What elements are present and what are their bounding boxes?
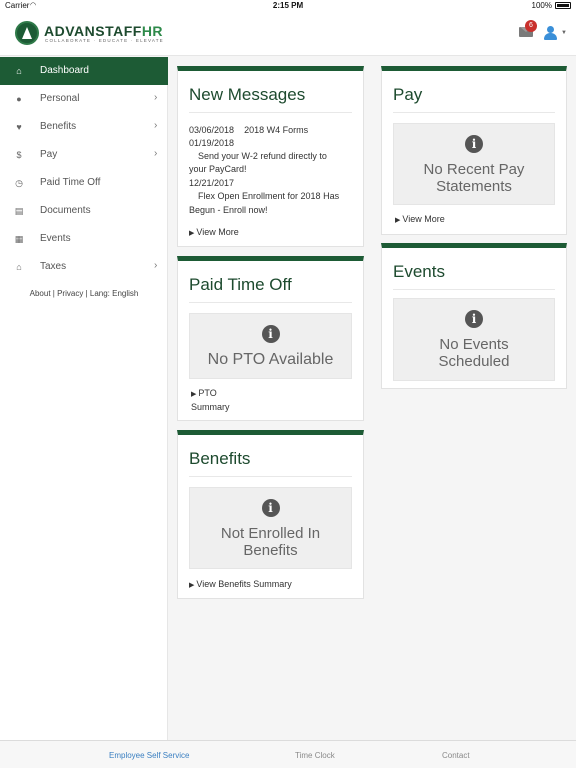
info-icon: i [261, 499, 280, 517]
tab-time-clock[interactable]: Time Clock [295, 751, 335, 760]
clock-time: 2:15 PM [272, 1, 304, 10]
caret-right-icon: ▶ [189, 582, 195, 589]
events-empty-state: i No Events Scheduled [393, 298, 555, 381]
bottom-tab-bar: Employee Self Service Time Clock Contact [0, 740, 576, 768]
sidebar-item-taxes[interactable]: ⌂ Taxes › [0, 253, 168, 281]
about-link[interactable]: About [30, 289, 51, 298]
message-item-cont[interactable]: your PayCard! [189, 164, 247, 174]
home-icon: ⌂ [16, 66, 22, 76]
sidebar-item-events[interactable]: ▦ Events [0, 225, 168, 253]
battery-icon [555, 2, 571, 9]
dollar-icon: $ [16, 150, 22, 160]
sidebar-item-pay[interactable]: $ Pay › [0, 141, 168, 169]
privacy-link[interactable]: Privacy [57, 289, 83, 298]
message-item-cont[interactable]: Begun - Enroll now! [189, 205, 268, 215]
logo-tagline: COLLABORATE · EDUCATE · ELEVATE [45, 38, 164, 43]
logo-mark-icon [15, 21, 39, 45]
sidebar-item-benefits[interactable]: ♥ Benefits › [0, 113, 168, 141]
message-item[interactable]: 03/06/2018 2018 W4 Forms [189, 125, 308, 135]
document-icon: ▤ [14, 206, 24, 216]
chevron-right-icon: › [154, 260, 158, 271]
info-icon: i [261, 325, 280, 343]
heartbeat-icon: ♥ [16, 122, 22, 132]
message-item[interactable]: Send your W-2 refund directly to [198, 151, 327, 161]
sidebar-item-paid-time-off[interactable]: ◷ Paid Time Off [0, 169, 168, 197]
pay-empty-state: i No Recent Pay Statements [393, 123, 555, 205]
messages-card: New Messages 03/06/2018 2018 W4 Forms 01… [177, 66, 364, 247]
chevron-right-icon: › [154, 92, 158, 103]
user-avatar-icon[interactable] [543, 26, 557, 40]
caret-right-icon: ▶ [191, 391, 197, 398]
pto-summary-link-cont[interactable]: Summary [191, 402, 230, 412]
pay-card: Pay i No Recent Pay Statements ▶ View Mor… [381, 66, 567, 235]
caret-right-icon: ▶ [395, 217, 401, 224]
chevron-right-icon: › [154, 120, 158, 131]
battery-percent: 100% [531, 1, 552, 10]
bank-icon: ⌂ [16, 262, 22, 272]
mail-count-badge: 6 [525, 20, 537, 32]
language-link[interactable]: Lang: English [90, 289, 138, 298]
caret-down-icon[interactable]: ▼ [561, 30, 567, 36]
person-icon: ● [16, 94, 22, 104]
benefits-empty-state: i Not Enrolled In Benefits [189, 487, 352, 569]
tab-contact[interactable]: Contact [442, 751, 470, 760]
message-date: 01/19/2018 [189, 138, 235, 148]
clock-icon: ◷ [15, 178, 23, 188]
benefits-card: Benefits i Not Enrolled In Benefits ▶ Vie… [177, 430, 364, 599]
app-header: ADVANSTAFFHR COLLABORATE · EDUCATE · ELE… [0, 12, 576, 56]
card-title: Paid Time Off [189, 275, 292, 294]
message-date: 12/21/2017 [189, 178, 235, 188]
pay-view-more-link[interactable]: ▶ View More [395, 214, 445, 224]
card-title: Pay [393, 85, 423, 104]
sidebar-item-documents[interactable]: ▤ Documents [0, 197, 168, 225]
info-icon: i [465, 135, 483, 153]
message-item[interactable]: Flex Open Enrollment for 2018 Has [198, 191, 339, 201]
pto-empty-state: i No PTO Available [189, 313, 352, 379]
pto-summary-link[interactable]: ▶ PTO [191, 388, 217, 398]
caret-right-icon: ▶ [189, 230, 195, 237]
chevron-right-icon: › [154, 148, 158, 159]
sidebar-nav: ⌂ Dashboard ● Personal › ♥ Benefits › $ … [0, 57, 168, 740]
logo-wordmark: ADVANSTAFFHR [44, 23, 164, 39]
status-bar: Carrier ◠ 2:15 PM 100% [0, 0, 576, 12]
view-benefits-summary-link[interactable]: ▶ View Benefits Summary [189, 579, 292, 589]
sidebar-item-dashboard[interactable]: ⌂ Dashboard [0, 57, 168, 85]
tab-employee-self-service[interactable]: Employee Self Service [109, 751, 189, 760]
calendar-icon: ▦ [14, 234, 24, 244]
messages-view-more-link[interactable]: ▶ View More [189, 227, 239, 237]
card-title: Benefits [189, 449, 251, 468]
card-title: New Messages [189, 85, 306, 104]
events-card: Events i No Events Scheduled [381, 243, 567, 389]
sidebar-footer-links: About | Privacy | Lang: English [29, 289, 139, 298]
sidebar-item-personal[interactable]: ● Personal › [0, 85, 168, 113]
card-title: Events [393, 262, 445, 281]
pto-card: Paid Time Off i No PTO Available ▶ PTO Su… [177, 256, 364, 421]
info-icon: i [465, 310, 483, 328]
